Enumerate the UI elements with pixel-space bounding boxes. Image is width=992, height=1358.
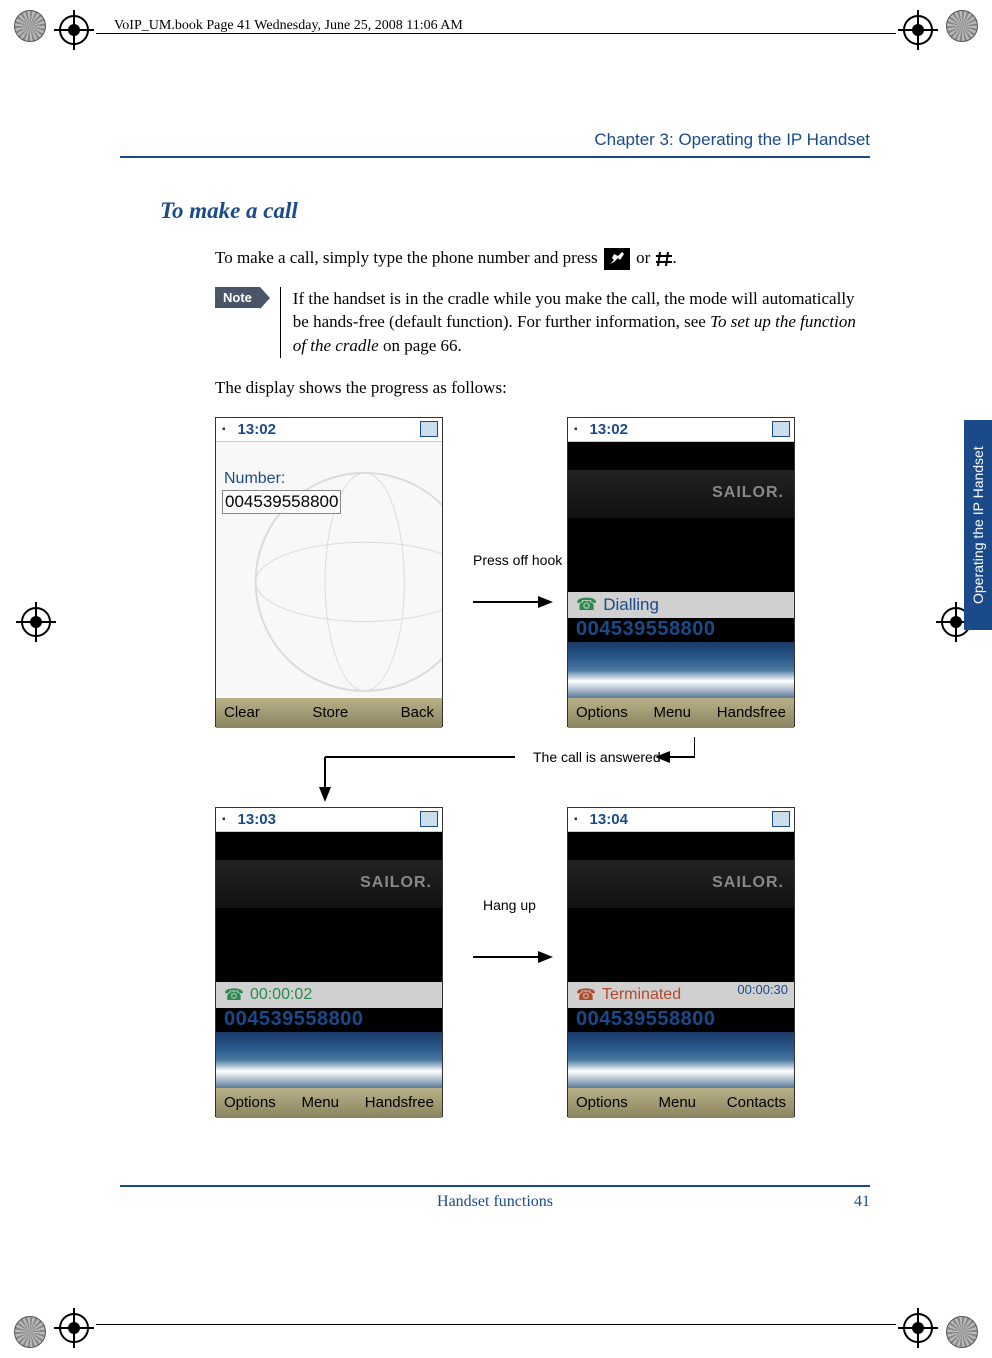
crop-line (96, 1324, 896, 1325)
note-divider (280, 287, 281, 358)
section-title: To make a call (160, 198, 870, 224)
softkey-bar: Options Menu Handsfree (568, 698, 794, 728)
status-right-icon (772, 811, 790, 827)
earth-image (216, 1032, 442, 1088)
registration-mark-icon (896, 8, 940, 52)
softkey-left[interactable]: Options (224, 1094, 276, 1111)
status-right-icon (420, 811, 438, 827)
call-status-band: ☎ Dialling (568, 592, 794, 618)
status-time: 13:02 (238, 421, 276, 438)
call-duration-band: ☎ 00:00:02 (216, 982, 442, 1008)
softkey-center[interactable]: Menu (653, 704, 691, 721)
crop-ornament-tl (14, 10, 46, 42)
status-bar: ▪ 13:02 (568, 418, 794, 442)
status-time: 13:04 (590, 811, 628, 828)
softkey-right[interactable]: Handsfree (717, 704, 786, 721)
softkey-left[interactable]: Options (576, 704, 628, 721)
phone-screen-connected: ▪ 13:03 ⊠ SAILOR. ☎ 00:00:02 00453955880… (215, 807, 443, 1117)
number-label: Number: (224, 470, 285, 488)
status-right-icon (420, 421, 438, 437)
page-number: 41 (854, 1193, 870, 1211)
call-progress-diagram: ▪ 13:02 ⊠ Number: 004539558800 Clear Sto… (215, 417, 825, 1147)
status-time: 13:02 (590, 421, 628, 438)
signal-icon: ▪ (222, 814, 226, 825)
signal-icon: ▪ (222, 424, 226, 435)
earth-image (568, 1032, 794, 1088)
crop-ornament-bl (14, 1316, 46, 1348)
footer-rule (120, 1185, 870, 1187)
page-footer: Handset functions 41 (120, 1185, 870, 1211)
note-text-part2: on page 66. (383, 336, 462, 355)
screen-body: SAILOR. ☎ 00:00:02 004539558800 (216, 832, 442, 1088)
phone-active-icon: ☎ (224, 985, 244, 1005)
call-status-text: Terminated (602, 986, 681, 1004)
brand-band: SAILOR. (568, 470, 794, 518)
registration-mark-icon (52, 1306, 96, 1350)
screen-body: Number: 004539558800 (216, 442, 442, 698)
footer-section-name: Handset functions (437, 1193, 553, 1211)
registration-mark-icon (896, 1306, 940, 1350)
call-duration: 00:00:30 (737, 982, 788, 997)
screen-body: SAILOR. ☎ Dialling 004539558800 (568, 442, 794, 698)
softkey-right[interactable]: Handsfree (365, 1094, 434, 1111)
softkey-left[interactable]: Options (576, 1094, 628, 1111)
annotation-press-off-hook: Press off hook (473, 552, 562, 568)
brand-band: SAILOR. (216, 860, 442, 908)
status-right-icon (772, 421, 790, 437)
brand-band: SAILOR. (568, 860, 794, 908)
phone-up-icon: ☎ (576, 595, 597, 615)
note-block: Note If the handset is in the cradle whi… (215, 287, 870, 358)
intro-text-or: or (636, 248, 654, 267)
side-tab: Operating the IP Handset (964, 420, 992, 630)
arrow-right-icon (473, 947, 553, 967)
doc-header-text: VoIP_UM.book Page 41 Wednesday, June 25,… (114, 18, 463, 34)
softkey-bar: Options Menu Contacts (568, 1088, 794, 1118)
phone-screen-terminated: ▪ 13:04 ⊠ SAILOR. ☎ Terminated 00:00:30 … (567, 807, 795, 1117)
hash-key-icon (655, 250, 673, 268)
note-text: If the handset is in the cradle while yo… (291, 287, 870, 358)
status-time: 13:03 (238, 811, 276, 828)
dialed-number: 004539558800 (224, 1008, 363, 1031)
status-bar: ▪ 13:04 (568, 808, 794, 832)
earth-image (568, 642, 794, 698)
arrow-answered-icon (315, 737, 695, 807)
crop-ornament-tr (946, 10, 978, 42)
number-entry-field[interactable]: 004539558800 (222, 490, 341, 514)
softkey-bar: Clear Store Back (216, 698, 442, 728)
softkey-bar: Options Menu Handsfree (216, 1088, 442, 1118)
softkey-right[interactable]: Back (401, 704, 434, 721)
status-bar: ▪ 13:02 (216, 418, 442, 442)
note-badge: Note (215, 287, 260, 308)
call-status-band: ☎ Terminated 00:00:30 (568, 982, 794, 1008)
signal-icon: ▪ (574, 424, 578, 435)
intro-text-pre: To make a call, simply type the phone nu… (215, 248, 602, 267)
dialed-number: 004539558800 (576, 1008, 715, 1031)
arrow-right-icon (473, 592, 553, 612)
phone-screen-number-entry: ▪ 13:02 ⊠ Number: 004539558800 Clear Sto… (215, 417, 443, 727)
offhook-key-icon (604, 248, 630, 270)
softkey-center[interactable]: Store (312, 704, 348, 721)
signal-icon: ▪ (574, 814, 578, 825)
registration-mark-icon (14, 600, 58, 644)
crop-ornament-br (946, 1316, 978, 1348)
intro-paragraph: To make a call, simply type the phone nu… (215, 246, 870, 271)
registration-mark-icon (52, 8, 96, 52)
chapter-header: Chapter 3: Operating the IP Handset (120, 130, 870, 156)
annotation-hang-up: Hang up (483, 897, 536, 913)
phone-down-icon: ☎ (576, 985, 596, 1005)
softkey-center[interactable]: Menu (658, 1094, 696, 1111)
dialed-number: 004539558800 (576, 618, 715, 641)
intro-text-post: . (673, 248, 677, 267)
call-duration: 00:00:02 (250, 986, 312, 1004)
progress-text: The display shows the progress as follow… (215, 376, 870, 401)
softkey-center[interactable]: Menu (301, 1094, 339, 1111)
header-rule (120, 156, 870, 158)
phone-screen-dialling: ▪ 13:02 ⊠ SAILOR. ☎ Dialling 00453955880… (567, 417, 795, 727)
screen-body: SAILOR. ☎ Terminated 00:00:30 0045395588… (568, 832, 794, 1088)
status-bar: ▪ 13:03 (216, 808, 442, 832)
call-status-text: Dialling (603, 595, 659, 615)
softkey-left[interactable]: Clear (224, 704, 260, 721)
softkey-right[interactable]: Contacts (727, 1094, 786, 1111)
